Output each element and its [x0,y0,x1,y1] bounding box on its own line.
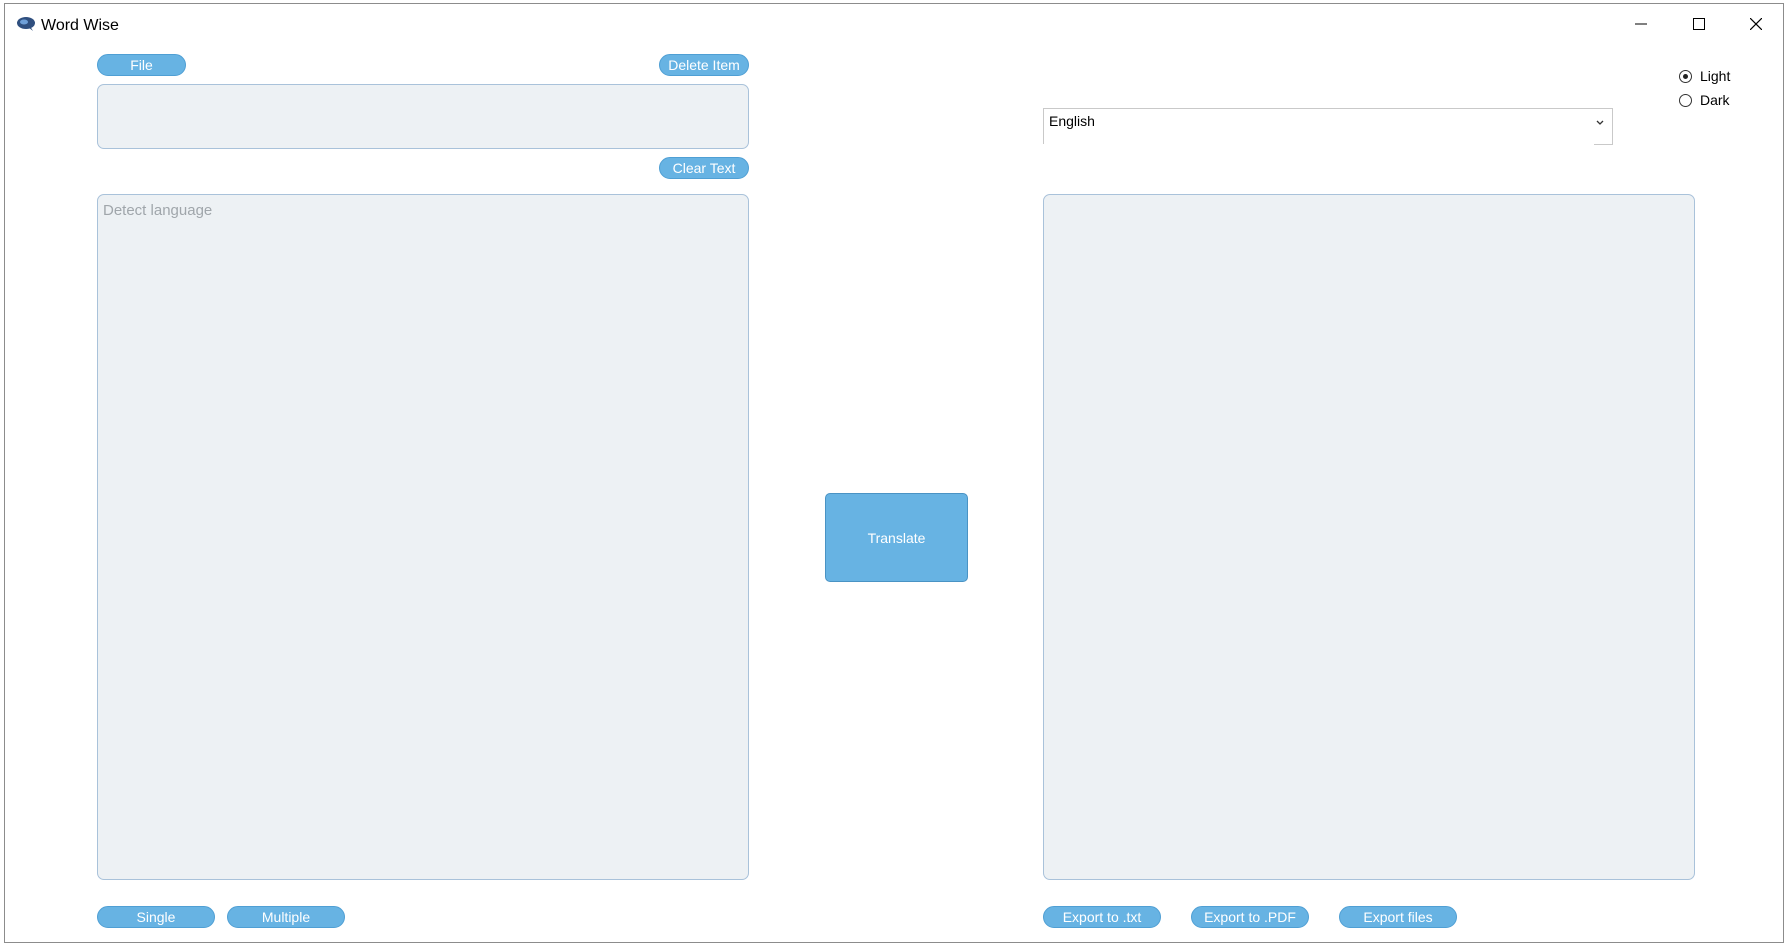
file-button[interactable]: File [97,54,186,76]
speech-bubble-icon [17,17,35,31]
clear-text-button[interactable]: Clear Text [659,157,749,179]
window-title: Word Wise [41,17,119,34]
close-icon [1750,18,1762,30]
export-txt-button[interactable]: Export to .txt [1043,906,1161,928]
target-language-value: English [1049,113,1095,129]
single-button[interactable]: Single [97,906,215,928]
theme-light-label: Light [1700,68,1731,84]
maximize-button[interactable] [1670,4,1728,44]
source-placeholder: Detect language [103,202,213,219]
theme-light-radio[interactable] [1679,69,1692,83]
minimize-button[interactable] [1612,4,1670,44]
export-pdf-button[interactable]: Export to .PDF [1191,906,1309,928]
maximize-icon [1693,18,1705,30]
minimize-icon [1635,23,1647,25]
dropdown-underline [1594,144,1613,145]
close-button[interactable] [1727,4,1785,44]
source-text-input[interactable]: Detect language [97,194,749,880]
multiple-button[interactable]: Multiple [227,906,345,928]
translate-button[interactable]: Translate [825,493,968,582]
delete-item-button[interactable]: Delete Item [659,54,749,76]
theme-light-option[interactable]: Light [1679,68,1730,84]
theme-dark-option[interactable]: Dark [1679,92,1730,108]
app-window: Word Wise File Delete Item Clear Text De… [4,3,1784,943]
file-list-box[interactable] [97,84,749,149]
theme-dark-label: Dark [1700,92,1730,108]
translated-text-output[interactable] [1043,194,1695,880]
title-bar: Word Wise [5,4,1783,44]
target-language-select[interactable]: English [1043,108,1613,144]
export-files-button[interactable]: Export files [1339,906,1457,928]
theme-dark-radio[interactable] [1679,93,1692,107]
chevron-down-icon [1596,120,1604,125]
